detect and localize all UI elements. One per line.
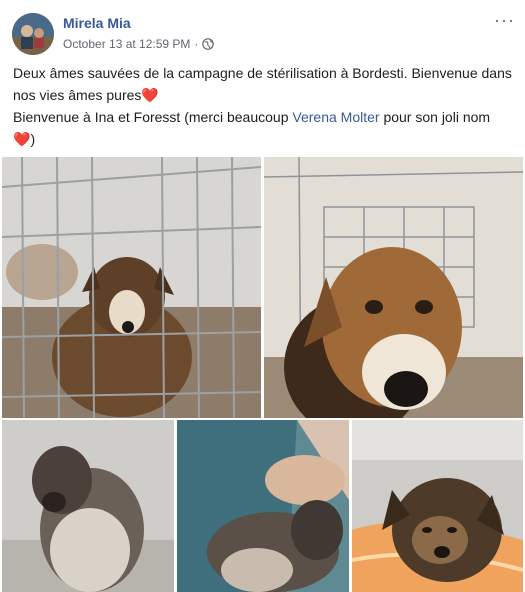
meta-separator: ·	[194, 37, 199, 51]
photo-5[interactable]	[352, 420, 523, 592]
post-text-line-1: Deux âmes sauvées de la campagne de stér…	[13, 65, 512, 103]
post-header: Mirela Mia October 13 at 12:59 PM · ···	[0, 0, 525, 60]
photo-2[interactable]	[264, 157, 523, 418]
photo-1[interactable]	[2, 157, 261, 418]
post-text: Deux âmes sauvées de la campagne de stér…	[13, 62, 513, 150]
photo-3[interactable]	[2, 420, 174, 592]
more-options-icon[interactable]: ···	[494, 10, 515, 31]
post-timestamp[interactable]: October 13 at 12:59 PM	[63, 37, 190, 51]
heart-emoji-icon: ❤️	[13, 131, 31, 147]
post-meta: October 13 at 12:59 PM ·	[63, 37, 215, 51]
avatar[interactable]	[12, 13, 54, 55]
post-text-line-2: Bienvenue à Ina et Foresst (merci beauco…	[13, 109, 491, 147]
photo-4[interactable]	[177, 420, 349, 592]
mention-link[interactable]: Verena Molter	[292, 109, 379, 125]
author-name[interactable]: Mirela Mia	[63, 15, 131, 31]
heart-emoji-icon: ❤️	[141, 87, 159, 103]
globe-icon[interactable]	[202, 38, 215, 50]
